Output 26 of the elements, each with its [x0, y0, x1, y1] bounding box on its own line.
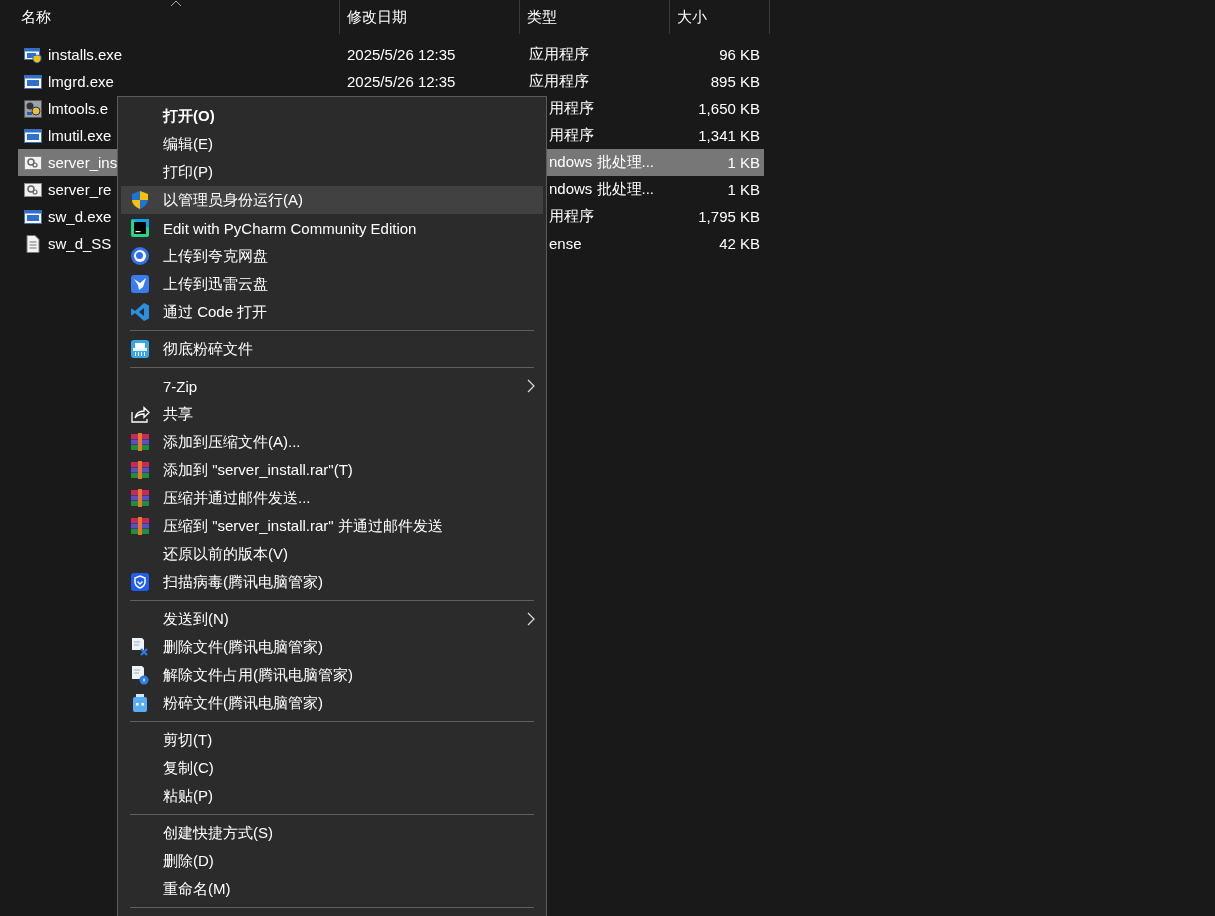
file-size: 1 KB: [727, 181, 760, 198]
file-size: 1 KB: [727, 154, 760, 171]
file-size: 42 KB: [719, 235, 760, 252]
file-type: 用程序: [549, 126, 594, 145]
file-size: 96 KB: [719, 46, 760, 63]
file-type: ndows 批处理...: [549, 153, 655, 172]
file-name: lmgrd.exe: [48, 73, 114, 90]
file-size: 895 KB: [710, 73, 760, 90]
file-size: 1,795 KB: [698, 208, 760, 225]
file-name: sw_d_SS: [48, 235, 112, 252]
file-date: 2025/5/26 12:35: [347, 46, 456, 63]
file-name: lmutil.exe: [48, 127, 112, 144]
file-name: installs.exe: [48, 46, 123, 63]
file-type: ndows 批处理...: [549, 180, 655, 199]
file-name: server_re: [48, 181, 112, 198]
file-name: lmtools.e: [48, 100, 109, 117]
file-date: 2025/5/26 12:35: [347, 73, 456, 90]
file-name: server_ins: [48, 154, 118, 171]
file-type: 应用程序: [529, 72, 589, 91]
file-type: ense: [549, 235, 582, 252]
file-type: 用程序: [549, 99, 594, 118]
file-type: 用程序: [549, 207, 594, 226]
file-size: 1,650 KB: [698, 100, 760, 117]
file-type: 应用程序: [529, 45, 589, 64]
file-size: 1,341 KB: [698, 127, 760, 144]
file-name: sw_d.exe: [48, 208, 112, 225]
